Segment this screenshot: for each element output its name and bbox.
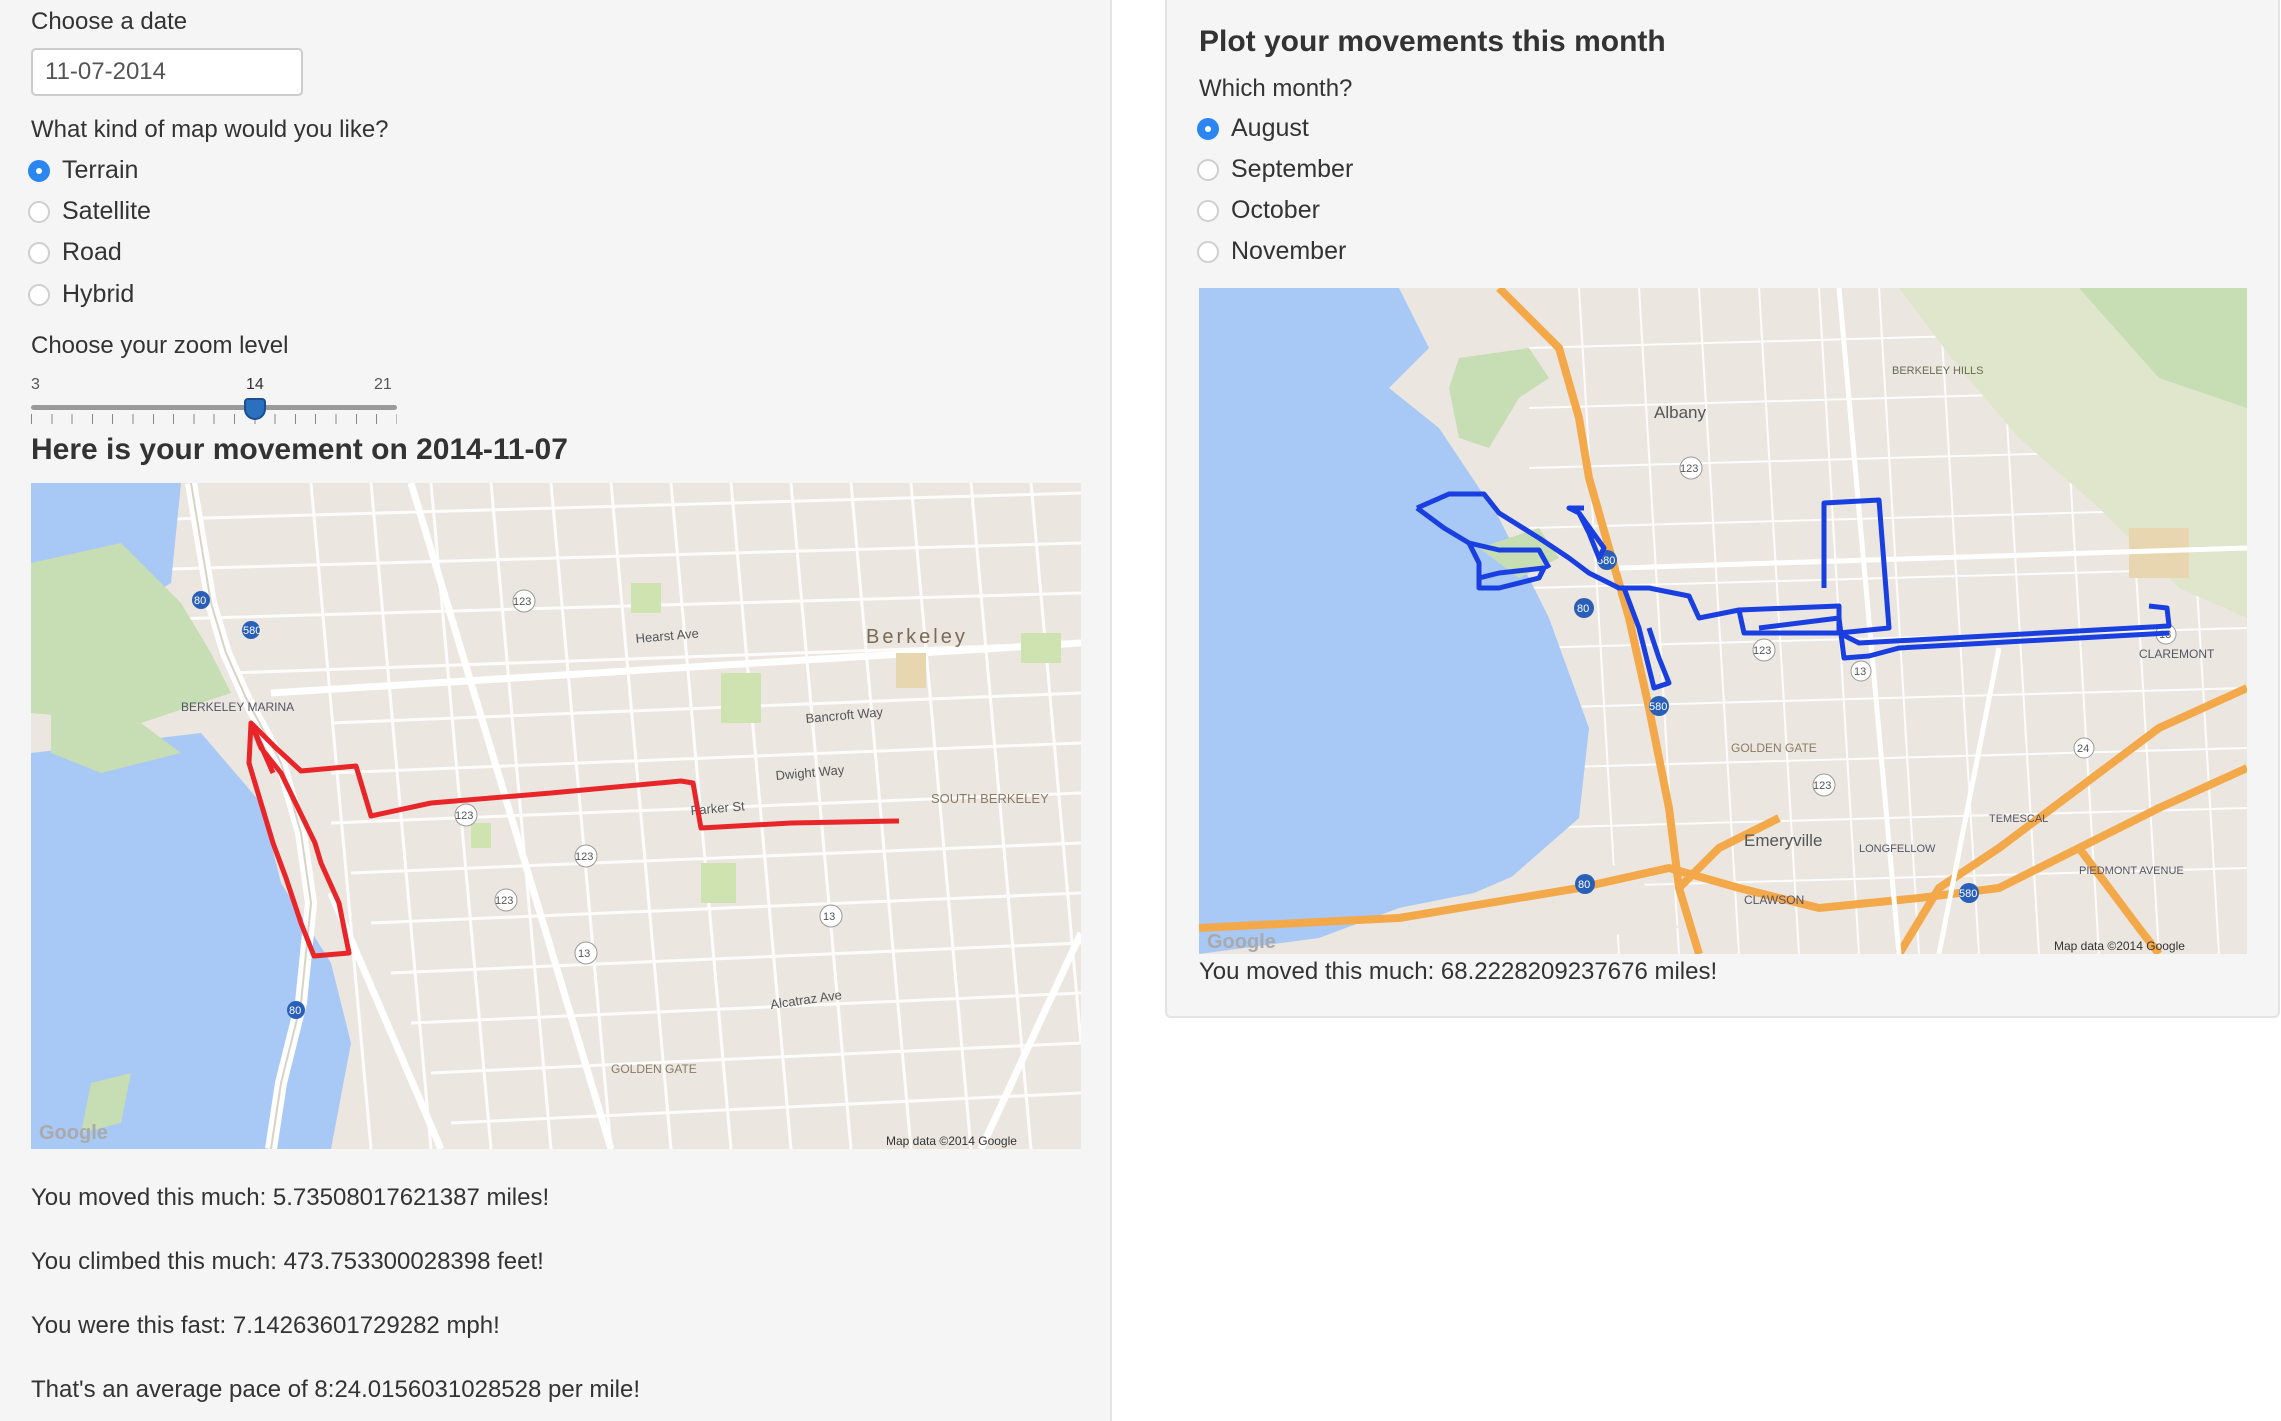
map-label-golden-gate: GOLDEN GATE xyxy=(611,1062,697,1076)
daily-map[interactable]: 580 80 80 123 123 123 123 13 13 Berkeley… xyxy=(31,483,1081,1149)
map-label-claremont: CLAREMONT xyxy=(2139,647,2215,661)
radio-button[interactable] xyxy=(28,200,50,223)
map-label-temescal: TEMESCAL xyxy=(1989,813,2048,825)
speed-stat: You were this fast: 7.14263601729282 mph… xyxy=(31,1312,500,1339)
monthly-map[interactable]: 580 580 580 80 80 123 123 123 13 13 24 A… xyxy=(1199,288,2247,954)
map-label-berkeley-hills: BERKELEY HILLS xyxy=(1892,365,1984,377)
zoom-slider-track[interactable] xyxy=(31,405,397,410)
svg-text:580: 580 xyxy=(243,625,261,637)
radio-label: Hybrid xyxy=(62,280,135,308)
svg-text:123: 123 xyxy=(1813,780,1831,792)
svg-text:123: 123 xyxy=(1680,463,1698,475)
distance-stat: You moved this much: 5.73508017621387 mi… xyxy=(31,1184,550,1211)
radio-button[interactable] xyxy=(28,241,50,264)
map-label-marina: BERKELEY MARINA xyxy=(181,700,294,714)
radio-hybrid[interactable]: Hybrid xyxy=(28,280,134,309)
svg-text:123: 123 xyxy=(513,596,531,608)
date-label: Choose a date xyxy=(31,8,188,35)
map-label-albany: Albany xyxy=(1654,403,1706,422)
date-input[interactable] xyxy=(31,48,303,96)
radio-november[interactable]: November xyxy=(1197,237,1346,266)
svg-text:123: 123 xyxy=(575,851,593,863)
svg-text:80: 80 xyxy=(194,595,206,607)
radio-label: Road xyxy=(62,238,122,266)
zoom-min: 3 xyxy=(31,376,40,393)
monthly-heading: Plot your movements this month xyxy=(1199,25,1666,58)
map-label-longfellow: LONGFELLOW xyxy=(1859,843,1936,855)
svg-text:80: 80 xyxy=(1577,603,1589,615)
zoom-slider-handle[interactable] xyxy=(244,398,266,420)
map-label-piedmont: PIEDMONT AVENUE xyxy=(2079,865,2184,877)
radio-label: November xyxy=(1231,237,1347,265)
svg-text:580: 580 xyxy=(1959,888,1977,900)
google-logo: Google xyxy=(39,1122,108,1144)
radio-button-checked[interactable] xyxy=(1197,117,1219,140)
monthly-map-canvas: 580 580 580 80 80 123 123 123 13 13 24 A… xyxy=(1199,288,2247,954)
radio-road[interactable]: Road xyxy=(28,238,122,267)
left-panel: Choose a date What kind of map would you… xyxy=(0,0,1112,1421)
zoom-current: 14 xyxy=(246,376,264,393)
svg-text:13: 13 xyxy=(1854,666,1866,678)
radio-october[interactable]: October xyxy=(1197,196,1320,225)
svg-text:13: 13 xyxy=(578,948,590,960)
radio-label: August xyxy=(1231,114,1309,142)
radio-label: October xyxy=(1231,196,1320,224)
month-label: Which month? xyxy=(1199,75,1353,102)
climb-stat: You climbed this much: 473.753300028398 … xyxy=(31,1248,544,1275)
svg-text:123: 123 xyxy=(1753,645,1771,657)
pace-stat: That's an average pace of 8:24.015603102… xyxy=(31,1376,641,1403)
radio-label: September xyxy=(1231,155,1354,183)
radio-button[interactable] xyxy=(1197,158,1219,181)
svg-text:123: 123 xyxy=(495,895,513,907)
svg-text:13: 13 xyxy=(823,911,835,923)
radio-terrain[interactable]: Terrain xyxy=(28,156,138,185)
radio-august[interactable]: August xyxy=(1197,114,1309,143)
map-attribution: Map data ©2014 Google xyxy=(2054,939,2185,953)
radio-button[interactable] xyxy=(1197,199,1219,222)
svg-text:24: 24 xyxy=(2077,743,2089,755)
daily-map-canvas: 580 80 80 123 123 123 123 13 13 Berkeley… xyxy=(31,483,1081,1149)
zoom-slider-ticks xyxy=(31,414,397,424)
radio-september[interactable]: September xyxy=(1197,155,1353,184)
right-panel: Plot your movements this month Which mon… xyxy=(1165,0,2280,1018)
radio-label: Satellite xyxy=(62,197,151,225)
svg-text:580: 580 xyxy=(1649,701,1667,713)
monthly-distance: You moved this much: 68.2228209237676 mi… xyxy=(1199,958,1718,985)
radio-button[interactable] xyxy=(28,283,50,306)
zoom-label: Choose your zoom level xyxy=(31,332,289,359)
google-logo: Google xyxy=(1207,931,1276,953)
radio-satellite[interactable]: Satellite xyxy=(28,197,151,226)
svg-text:80: 80 xyxy=(289,1005,301,1017)
map-label-emeryville: Emeryville xyxy=(1744,831,1822,850)
movement-heading: Here is your movement on 2014-11-07 xyxy=(31,433,568,466)
map-type-label: What kind of map would you like? xyxy=(31,116,389,143)
map-attribution: Map data ©2014 Google xyxy=(886,1134,1017,1148)
map-label-south-berkeley: SOUTH BERKELEY xyxy=(931,791,1049,806)
radio-label: Terrain xyxy=(62,156,139,184)
zoom-max: 21 xyxy=(374,376,392,393)
map-label-golden-gate: GOLDEN GATE xyxy=(1731,741,1817,755)
svg-text:123: 123 xyxy=(455,810,473,822)
map-label-berkeley: Berkeley xyxy=(866,626,968,648)
map-label-clawson: CLAWSON xyxy=(1744,893,1804,907)
radio-button-checked[interactable] xyxy=(28,159,50,182)
radio-button[interactable] xyxy=(1197,240,1219,263)
svg-text:80: 80 xyxy=(1578,879,1590,891)
